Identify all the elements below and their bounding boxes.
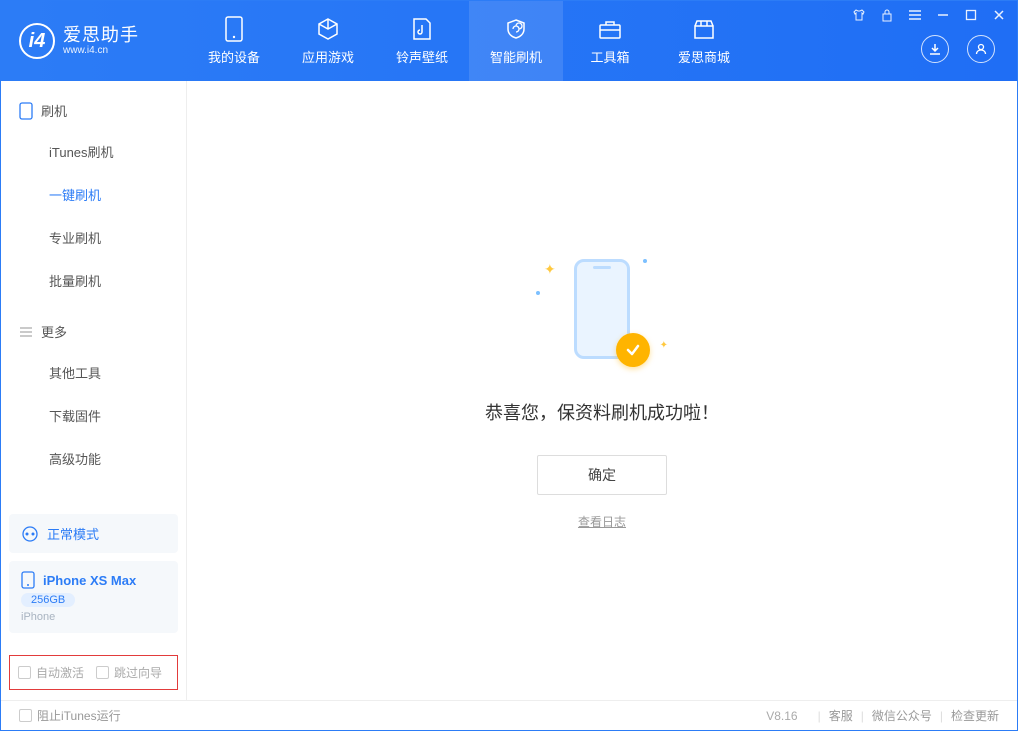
device-info-card[interactable]: iPhone XS Max 256GB iPhone [9,561,178,633]
sync-icon [21,525,39,543]
toolbox-icon [598,17,622,41]
view-log-link[interactable]: 查看日志 [578,513,626,530]
device-mode-label: 正常模式 [47,524,99,543]
sidebar-item-pro-flash[interactable]: 专业刷机 [1,216,186,259]
support-link[interactable]: 客服 [829,707,853,724]
sparkle-icon: ✦ [544,261,556,278]
nav-tab-label: 工具箱 [590,47,629,66]
app-title: 爱思助手 [63,26,139,46]
checkbox-skip-guide[interactable]: 跳过向导 [96,664,162,681]
sidebar-item-batch-flash[interactable]: 批量刷机 [1,259,186,302]
music-file-icon [410,17,434,41]
update-link[interactable]: 检查更新 [951,707,999,724]
dot-icon [643,259,647,263]
version-label: V8.16 [766,709,797,723]
phone-outline-icon [19,102,33,120]
phone-icon [222,17,246,41]
nav-tab-label: 爱思商城 [678,47,730,66]
success-illustration: ✦ ✦ [542,251,662,371]
ok-button[interactable]: 确定 [537,455,667,495]
checkbox-icon [18,666,31,679]
status-bar: 阻止iTunes运行 V8.16 | 客服 | 微信公众号 | 检查更新 [1,700,1017,730]
checkbox-icon [96,666,109,679]
maximize-icon[interactable] [963,7,979,23]
success-message: 恭喜您，保资料刷机成功啦！ [485,399,719,425]
phone-icon [21,571,35,589]
sidebar-section-title: 更多 [41,322,67,341]
sidebar-item-other-tools[interactable]: 其他工具 [1,351,186,394]
sidebar-item-download-firmware[interactable]: 下载固件 [1,394,186,437]
nav-tab-device[interactable]: 我的设备 [187,1,281,81]
device-mode-card[interactable]: 正常模式 [9,514,178,553]
device-storage-badge: 256GB [21,593,75,607]
nav-tab-ringtone[interactable]: 铃声壁纸 [375,1,469,81]
device-cards: 正常模式 iPhone XS Max 256GB iPhone [1,506,186,649]
nav-tab-toolbox[interactable]: 工具箱 [563,1,657,81]
flash-options-highlight: 自动激活 跳过向导 [9,655,178,690]
download-icon[interactable] [921,35,949,63]
checkbox-label: 阻止iTunes运行 [37,707,121,724]
device-name: iPhone XS Max [43,573,136,588]
sidebar-section-flash: 刷机 [1,81,186,130]
window-controls [851,7,1007,23]
device-type: iPhone [21,611,55,623]
shirt-icon[interactable] [851,7,867,23]
refresh-shield-icon [504,17,528,41]
minimize-icon[interactable] [935,7,951,23]
logo-icon: i4 [19,23,55,59]
checkbox-label: 自动激活 [36,664,84,681]
nav-tab-label: 应用游戏 [302,47,354,66]
sidebar-section-more: 更多 [1,302,186,351]
nav-tabs: 我的设备 应用游戏 铃声壁纸 智能刷机 工具箱 [187,1,751,81]
nav-tab-label: 铃声壁纸 [396,47,448,66]
logo-text: 爱思助手 www.i4.cn [63,26,139,57]
lock-icon[interactable] [879,7,895,23]
logo-area[interactable]: i4 爱思助手 www.i4.cn [1,23,187,59]
check-badge-icon [616,333,650,367]
checkbox-auto-activate[interactable]: 自动激活 [18,664,84,681]
user-icon[interactable] [967,35,995,63]
wechat-link[interactable]: 微信公众号 [872,707,932,724]
sidebar-item-itunes-flash[interactable]: iTunes刷机 [1,130,186,173]
app-subtitle: www.i4.cn [63,45,139,56]
sparkle-icon: ✦ [660,340,668,351]
sidebar-item-advanced[interactable]: 高级功能 [1,437,186,480]
menu-icon[interactable] [907,7,923,23]
sidebar-section-title: 刷机 [41,101,67,120]
checkbox-block-itunes[interactable]: 阻止iTunes运行 [19,707,121,724]
close-icon[interactable] [991,7,1007,23]
checkbox-icon [19,709,32,722]
checkbox-label: 跳过向导 [114,664,162,681]
store-icon [692,17,716,41]
nav-tab-label: 我的设备 [208,47,260,66]
nav-tab-apps[interactable]: 应用游戏 [281,1,375,81]
footer-right: V8.16 | 客服 | 微信公众号 | 检查更新 [766,707,999,724]
sidebar: 刷机 iTunes刷机 一键刷机 专业刷机 批量刷机 更多 其他工具 下载固件 … [1,81,187,700]
app-body: 刷机 iTunes刷机 一键刷机 专业刷机 批量刷机 更多 其他工具 下载固件 … [1,81,1017,700]
list-icon [19,325,33,339]
sidebar-item-onekey-flash[interactable]: 一键刷机 [1,173,186,216]
app-header: i4 爱思助手 www.i4.cn 我的设备 应用游戏 铃声壁纸 [1,1,1017,81]
header-right-icons [921,35,995,63]
main-content: ✦ ✦ 恭喜您，保资料刷机成功啦！ 确定 查看日志 [187,81,1017,700]
nav-tab-label: 智能刷机 [490,47,542,66]
nav-tab-store[interactable]: 爱思商城 [657,1,751,81]
dot-icon [536,291,540,295]
nav-tab-flash[interactable]: 智能刷机 [469,1,563,81]
cube-icon [316,17,340,41]
